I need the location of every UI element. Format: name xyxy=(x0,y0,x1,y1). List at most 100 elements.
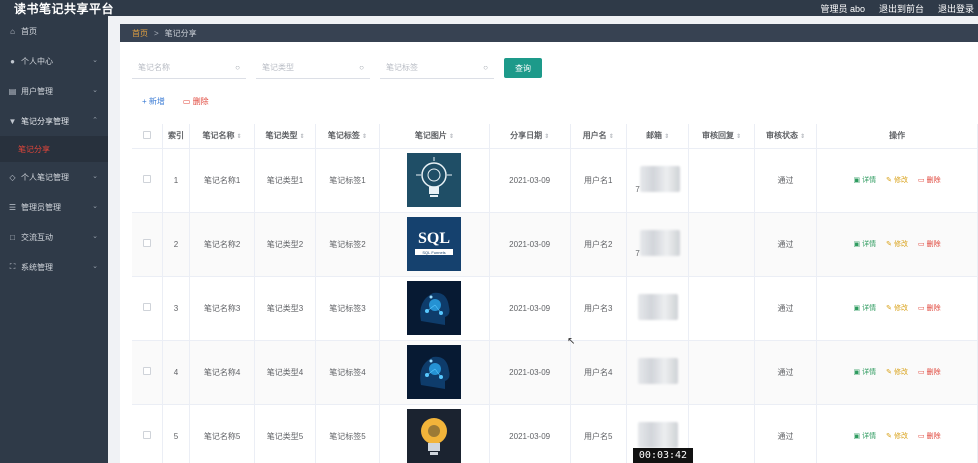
detail-button[interactable]: ▣ 详情 xyxy=(854,303,877,313)
batch-delete-button[interactable]: ▭ 删除 xyxy=(183,96,209,107)
detail-button[interactable]: ▣ 详情 xyxy=(854,367,877,377)
detail-icon: ▣ xyxy=(853,369,861,376)
note-image-ai-head xyxy=(407,345,462,399)
note-image-cell[interactable] xyxy=(379,276,490,341)
email-blurred xyxy=(639,230,680,256)
note-type-input[interactable] xyxy=(262,63,352,72)
note-name-cell: 笔记名称1 xyxy=(189,148,256,213)
search-icon: ○ xyxy=(235,63,240,72)
sort-icon: ⇕ xyxy=(800,134,806,141)
column-header[interactable]: 审核回复 ⇕ xyxy=(688,124,755,149)
row-checkbox[interactable] xyxy=(143,303,152,311)
delete-button[interactable]: ▭ 删除 xyxy=(918,431,941,441)
delete-button[interactable]: ▭ 删除 xyxy=(918,303,941,313)
user-icon: ● xyxy=(10,56,15,66)
username-cell: 用户名3 xyxy=(570,276,627,341)
note-tag-cell: 笔记标签4 xyxy=(315,340,381,405)
edit-button[interactable]: ✎ 修改 xyxy=(886,175,908,185)
review-reply-cell xyxy=(688,212,755,277)
column-header[interactable]: 笔记名称 ⇕ xyxy=(189,124,256,149)
edit-icon: ✎ xyxy=(886,433,893,440)
share-date-cell: 2021-03-09 xyxy=(489,276,571,341)
note-name-cell: 笔记名称2 xyxy=(189,212,256,277)
detail-button[interactable]: ▣ 详情 xyxy=(854,175,877,185)
share-date-cell: 2021-03-09 xyxy=(489,212,571,277)
note-image-cell[interactable] xyxy=(379,340,490,405)
email-cell: 7 xyxy=(626,212,690,277)
sidebar-item-interaction[interactable]: □ 交流互动 ⌄ xyxy=(0,222,108,252)
shield-icon: ▼ xyxy=(8,116,17,126)
note-tag-cell: 笔记标签5 xyxy=(315,404,381,463)
sidebar-item-user-management[interactable]: ▤ 用户管理 ⌄ xyxy=(0,76,108,106)
note-image-ai-head xyxy=(407,281,462,335)
video-timer: 00:03:42 xyxy=(633,448,693,463)
note-image-cell[interactable]: SQL SQL Funnels xyxy=(379,212,490,277)
column-header[interactable]: 笔记标签 ⇕ xyxy=(315,124,381,149)
notes-table-wrapper: 索引 笔记名称 ⇕ 笔记类型 ⇕ 笔记标签 ⇕ 笔记图片 ⇕ 分享日期 ⇕ 用户名 ⇕ 邮箱… xyxy=(132,124,978,463)
review-reply-cell xyxy=(688,148,755,213)
index-cell: 3 xyxy=(162,276,190,341)
delete-button[interactable]: ▭ 删除 xyxy=(918,367,941,377)
edit-button[interactable]: ✎ 修改 xyxy=(886,431,908,441)
sidebar-subitem-note-share[interactable]: 笔记分享 xyxy=(0,136,108,162)
note-name-input[interactable] xyxy=(138,63,228,72)
select-all-checkbox[interactable] xyxy=(143,130,152,139)
to-front-link[interactable]: 退出到前台 xyxy=(879,2,924,15)
row-checkbox[interactable] xyxy=(143,431,152,439)
sidebar-item-note-share-management[interactable]: ▼ 笔记分享管理 ⌃ xyxy=(0,106,108,136)
query-button[interactable]: 查询 xyxy=(504,58,542,78)
sidebar-item-home[interactable]: ⌂ 首页 xyxy=(0,16,108,46)
delete-button[interactable]: ▭ 删除 xyxy=(918,239,941,249)
review-reply-cell xyxy=(688,276,755,341)
logout-link[interactable]: 退出登录 xyxy=(938,2,974,15)
row-checkbox[interactable] xyxy=(143,239,152,247)
sidebar-item-admin-management[interactable]: ☰ 管理员管理 ⌄ xyxy=(0,192,108,222)
settings-icon: ⛶ xyxy=(9,262,16,271)
username-cell: 用户名4 xyxy=(570,340,627,405)
note-type-cell: 笔记类型2 xyxy=(254,212,316,277)
detail-button[interactable]: ▣ 详情 xyxy=(854,239,877,249)
sort-icon: ⇕ xyxy=(608,134,614,141)
sidebar-item-label: 笔记分享管理 xyxy=(21,116,69,126)
delete-button[interactable]: ▭ 删除 xyxy=(918,175,941,185)
note-image-cell[interactable] xyxy=(379,404,490,463)
table-row: 2 笔记名称2 笔记类型2 笔记标签2 SQL SQL Funnels 2021-03-09… xyxy=(132,212,978,277)
edit-button[interactable]: ✎ 修改 xyxy=(886,303,908,313)
note-image-sql: SQL SQL Funnels xyxy=(407,217,462,271)
column-header[interactable]: 笔记图片 ⇕ xyxy=(379,124,490,149)
admin-label: 管理员 abo xyxy=(820,3,865,14)
username-cell: 用户名1 xyxy=(570,148,627,213)
sidebar-item-personal-center[interactable]: ● 个人中心 ⌄ xyxy=(0,46,108,76)
sidebar-item-label: 个人笔记管理 xyxy=(21,172,69,182)
column-header[interactable]: 邮箱 ⇕ xyxy=(626,124,690,149)
email-cell xyxy=(626,276,690,341)
trash-icon: ▭ xyxy=(918,433,925,440)
note-image-cell[interactable] xyxy=(379,148,490,213)
sort-icon: ⇕ xyxy=(299,134,305,141)
column-header[interactable]: 用户名 ⇕ xyxy=(570,124,627,149)
sidebar-item-personal-notes[interactable]: ◇ 个人笔记管理 ⌄ xyxy=(0,162,108,192)
column-header[interactable]: 分享日期 ⇕ xyxy=(489,124,571,149)
row-select-cell xyxy=(132,276,164,341)
detail-button[interactable]: ▣ 详情 xyxy=(854,431,877,441)
sidebar-item-system-management[interactable]: ⛶ 系统管理 ⌄ xyxy=(0,252,108,282)
column-header: 操作 xyxy=(816,124,978,149)
row-checkbox[interactable] xyxy=(143,175,152,183)
row-checkbox[interactable] xyxy=(143,367,152,375)
note-tag-input[interactable] xyxy=(386,63,476,72)
chevron-down-icon: ⌄ xyxy=(92,173,98,180)
edit-button[interactable]: ✎ 修改 xyxy=(886,367,908,377)
mouse-cursor-icon: ↖ xyxy=(567,336,576,347)
sort-icon: ⇕ xyxy=(736,134,742,141)
main-content: 首页 > 笔记分享 ○ ○ ○ 查询 + 新增 ▭ 删除 xyxy=(120,24,978,463)
chart-icon: ▤ xyxy=(8,86,17,96)
add-button[interactable]: + 新增 xyxy=(142,96,165,107)
column-header[interactable]: 笔记类型 ⇕ xyxy=(254,124,316,149)
table-row: 3 笔记名称3 笔记类型3 笔记标签3 2021-03-09 用户名3 通过 ▣ 详情 ✎ 修改 ▭ 删… xyxy=(132,276,978,341)
column-header[interactable]: 审核状态 ⇕ xyxy=(754,124,818,149)
edit-button[interactable]: ✎ 修改 xyxy=(886,239,908,249)
breadcrumb-home[interactable]: 首页 xyxy=(132,28,148,39)
username-cell: 用户名2 xyxy=(570,212,627,277)
table-header-row: 索引 笔记名称 ⇕ 笔记类型 ⇕ 笔记标签 ⇕ 笔记图片 ⇕ 分享日期 ⇕ 用户名 ⇕ 邮箱… xyxy=(132,124,978,149)
sql-image-title: SQL xyxy=(418,230,450,247)
